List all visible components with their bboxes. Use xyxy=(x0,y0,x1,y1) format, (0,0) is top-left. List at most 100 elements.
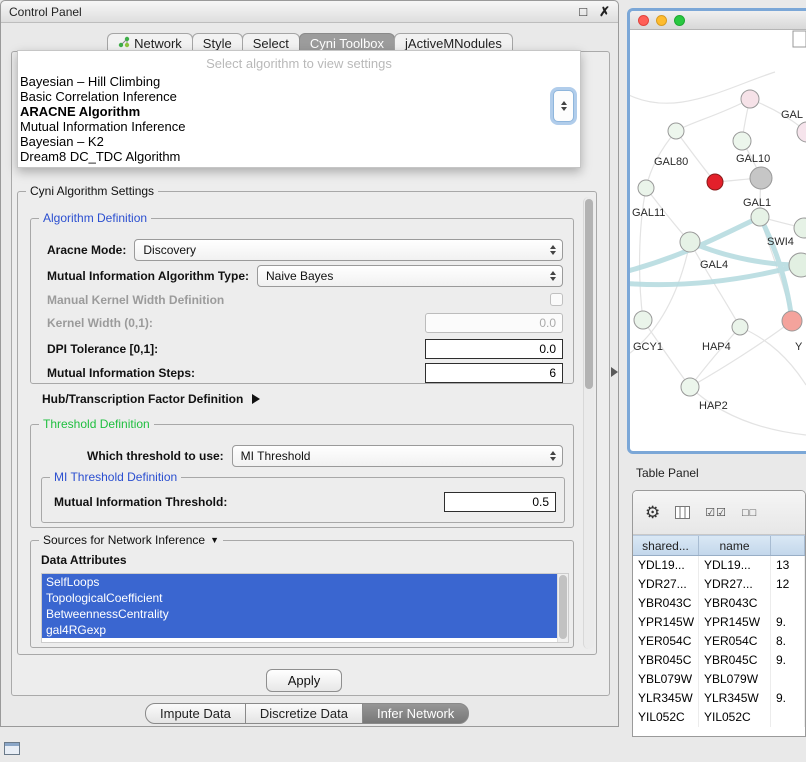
algorithm-option[interactable]: Bayesian – K2 xyxy=(18,134,580,149)
network-window-titlebar[interactable] xyxy=(630,11,806,30)
kernel-width-input[interactable]: 0.0 xyxy=(425,313,563,333)
aracne-mode-row: Aracne Mode: Discovery xyxy=(47,239,563,261)
cell-shared: YPR145W xyxy=(633,613,699,632)
table-row[interactable]: YPR145W YPR145W 9. xyxy=(633,613,805,632)
node-gal11[interactable] xyxy=(638,180,654,196)
node-red[interactable] xyxy=(707,174,723,190)
list-item[interactable]: gal4RGexp xyxy=(42,622,557,638)
select-all-icon[interactable]: ☑☑ xyxy=(705,506,727,519)
manual-kernel-row: Manual Kernel Width Definition xyxy=(47,292,563,307)
which-threshold-select[interactable]: MI Threshold xyxy=(232,445,563,467)
algorithm-option-selected[interactable]: ARACNE Algorithm xyxy=(18,104,580,119)
node-gal4[interactable] xyxy=(680,232,700,252)
dpi-tolerance-input[interactable]: 0.0 xyxy=(425,339,563,359)
table-panel-title: Table Panel xyxy=(636,466,699,480)
column-header-name[interactable]: name xyxy=(699,536,771,555)
tab-label: Network xyxy=(134,36,182,51)
apply-button[interactable]: Apply xyxy=(266,669,342,692)
algorithm-option[interactable]: Bayesian – Hill Climbing xyxy=(18,74,580,89)
table-row[interactable]: YDR27... YDR27... 12 xyxy=(633,575,805,594)
hub-tf-definition-toggle[interactable]: Hub/Transcription Factor Definition xyxy=(42,392,260,406)
gear-icon[interactable]: ⚙ xyxy=(645,503,660,523)
mi-threshold-definition-title: MI Threshold Definition xyxy=(50,470,181,484)
network-canvas[interactable]: GAL80 GAL10 GAL11 GAL1 SWI4 GAL4 GCY1 HA… xyxy=(630,30,806,451)
algorithm-option[interactable]: Basic Correlation Inference xyxy=(18,89,580,104)
node-gcy1[interactable] xyxy=(634,311,652,329)
cell-value: 9. xyxy=(771,689,805,708)
kernel-width-row: Kernel Width (0,1): 0.0 xyxy=(47,313,563,333)
which-threshold-value: MI Threshold xyxy=(241,449,311,463)
sources-group-title[interactable]: Sources for Network Inference ▼ xyxy=(39,533,223,547)
node-hap4[interactable] xyxy=(732,319,748,335)
data-attributes-list[interactable]: SelfLoops TopologicalCoefficient Between… xyxy=(41,573,569,643)
control-panel-titlebar[interactable]: Control Panel □ ✗ xyxy=(1,1,618,23)
cell-name: YIL052C xyxy=(699,708,771,727)
settings-scrollbar-thumb[interactable] xyxy=(585,199,593,389)
tab-impute-data[interactable]: Impute Data xyxy=(145,703,246,724)
node-swi4[interactable] xyxy=(794,218,806,238)
columns-icon[interactable] xyxy=(675,506,690,519)
algorithm-option[interactable]: Mutual Information Inference xyxy=(18,119,580,134)
table-row[interactable]: YBL079W YBL079W xyxy=(633,670,805,689)
settings-scrollbar[interactable] xyxy=(583,197,594,649)
aracne-mode-select[interactable]: Discovery xyxy=(134,239,563,261)
overview-box xyxy=(793,31,806,47)
table-row[interactable]: YDL19... YDL19... 13 xyxy=(633,556,805,575)
column-header-shared[interactable]: shared... xyxy=(633,536,699,555)
node-salmon[interactable] xyxy=(782,311,802,331)
mi-type-select[interactable]: Naive Bayes xyxy=(257,265,563,287)
cell-shared: YDR27... xyxy=(633,575,699,594)
list-item[interactable]: BetweennessCentrality xyxy=(42,606,557,622)
list-item[interactable]: TopologicalCoefficient xyxy=(42,590,557,606)
minimize-traffic-light-icon[interactable] xyxy=(656,15,667,26)
cell-shared: YBL079W xyxy=(633,670,699,689)
node-gal10[interactable] xyxy=(750,167,772,189)
table-row[interactable]: YER054C YER054C 8. xyxy=(633,632,805,651)
manual-kernel-checkbox[interactable] xyxy=(550,293,563,306)
cell-name: YLR345W xyxy=(699,689,771,708)
table-row[interactable]: YBR045C YBR045C 9. xyxy=(633,651,805,670)
node-label: GAL xyxy=(781,109,803,121)
node-pink[interactable] xyxy=(741,90,759,108)
tab-infer-network[interactable]: Infer Network xyxy=(362,703,469,724)
table-row[interactable]: YLR345W YLR345W 9. xyxy=(633,689,805,708)
float-window-icon[interactable]: □ xyxy=(579,4,587,19)
cell-shared: YIL052C xyxy=(633,708,699,727)
algorithm-option[interactable]: Dream8 DC_TDC Algorithm xyxy=(18,149,580,164)
cell-value: 13 xyxy=(771,556,805,575)
cell-shared: YBR045C xyxy=(633,651,699,670)
mi-threshold-input[interactable]: 0.5 xyxy=(444,492,556,512)
node-big-right[interactable] xyxy=(789,253,806,277)
close-window-icon[interactable]: ✗ xyxy=(599,4,610,20)
tab-discretize-data[interactable]: Discretize Data xyxy=(245,703,363,724)
tab-label: Select xyxy=(253,36,289,51)
mi-threshold-row: Mutual Information Threshold: 0.5 xyxy=(54,492,556,512)
node-hap2[interactable] xyxy=(681,378,699,396)
attributes-scrollbar[interactable] xyxy=(557,574,568,642)
column-header-value[interactable] xyxy=(771,536,805,555)
tab-label: Style xyxy=(203,36,232,51)
mi-steps-label: Mutual Information Steps: xyxy=(47,366,195,380)
mi-type-row: Mutual Information Algorithm Type: Naive… xyxy=(47,265,563,287)
zoom-traffic-light-icon[interactable] xyxy=(674,15,685,26)
restore-panel-icon[interactable] xyxy=(4,742,20,755)
tab-label: jActiveMNodules xyxy=(405,36,502,51)
attributes-scrollbar-thumb[interactable] xyxy=(559,575,567,639)
cell-shared: YLR345W xyxy=(633,689,699,708)
mi-steps-input[interactable]: 6 xyxy=(425,363,563,383)
deselect-all-icon[interactable]: □□ xyxy=(742,507,757,519)
close-traffic-light-icon[interactable] xyxy=(638,15,649,26)
table-row[interactable]: YBR043C YBR043C xyxy=(633,594,805,613)
node-green[interactable] xyxy=(733,132,751,150)
table-header: shared... name xyxy=(633,535,805,556)
table-row[interactable]: YIL052C YIL052C xyxy=(633,708,805,727)
split-pane-collapse-arrow-icon[interactable] xyxy=(611,367,618,377)
algorithm-placeholder-option[interactable]: Select algorithm to view settings xyxy=(18,55,580,74)
table-toolbar: ⚙ ☑☑ □□ xyxy=(633,491,805,535)
cell-shared: YBR043C xyxy=(633,594,699,613)
node-gal1[interactable] xyxy=(751,208,769,226)
algorithm-select-stepper-button[interactable] xyxy=(553,90,574,122)
node-gal80[interactable] xyxy=(668,123,684,139)
list-item[interactable]: SelfLoops xyxy=(42,574,557,590)
algorithm-dropdown-popup: Select algorithm to view settings Bayesi… xyxy=(17,50,581,168)
